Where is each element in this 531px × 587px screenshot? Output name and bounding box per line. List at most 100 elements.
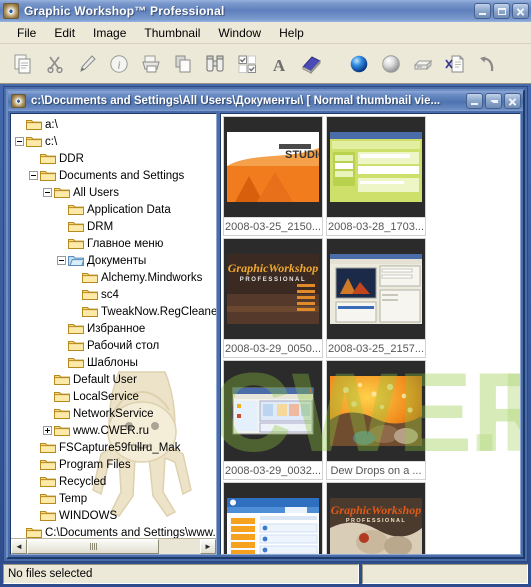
collapse-icon[interactable] [57,256,66,265]
thumbnail-image-editor-screenshot[interactable] [327,239,425,339]
tree-item[interactable]: DRM [11,218,216,235]
menu-thumbnail[interactable]: Thumbnail [135,24,209,42]
tree-item[interactable]: Рабочий стол [11,337,216,354]
menu-image[interactable]: Image [84,24,135,42]
eye-icon [11,94,26,108]
info-icon[interactable]: i [104,48,134,80]
tree-item[interactable]: Temp [11,490,216,507]
collapse-icon[interactable] [15,137,24,146]
thumbnail-item[interactable]: GraphicWorkshopPROFESSIONAL2008-03-29_00… [326,482,426,554]
tree-item-label: LocalService [73,390,139,403]
tree-item[interactable]: NetworkService [11,405,216,422]
tree-item[interactable]: WINDOWS [11,507,216,524]
convert-file-icon[interactable] [440,48,470,80]
thumbnail-item[interactable]: 2008-03-28_1703... [326,116,426,236]
brush-icon[interactable] [72,48,102,80]
tree-item[interactable]: www.CWER.ru [11,422,216,439]
window-controls [474,3,529,19]
blue-sphere-icon[interactable] [344,48,374,80]
thumbnail-image-green-dialog[interactable] [327,117,425,217]
thumbnail-item[interactable]: 2008-03-29_0032... [223,360,323,480]
folder-icon [82,288,98,301]
tree-item[interactable]: DDR [11,150,216,167]
application-window: Graphic Workshop™ Professional File Edit… [0,0,531,587]
expand-icon[interactable] [43,426,52,435]
mdi-close-button[interactable] [504,93,521,109]
duplicate-icon[interactable] [168,48,198,80]
collapse-icon[interactable] [29,171,38,180]
tree-item-label: C:\Documents and Settings\www. [45,526,216,539]
copy-icon[interactable] [8,48,38,80]
scroll-thumb[interactable] [27,539,159,554]
tree-item[interactable]: Документы [11,252,216,269]
thumbnail-image-gw-splash-light[interactable]: GraphicWorkshop PROFESSIONAL [327,483,425,554]
print-icon[interactable] [136,48,166,80]
menu-help[interactable]: Help [270,24,313,42]
thumbnail-image-regcleaner-window[interactable] [224,361,322,461]
thumbnail-item[interactable]: GraphicWorkshopPROFESSIONAL2008-03-29_00… [223,238,323,358]
tree-item[interactable]: sc4 [11,286,216,303]
tree-item[interactable]: Шаблоны [11,354,216,371]
tree-item[interactable]: TweakNow.RegCleaner [11,303,216,320]
undo-icon[interactable] [472,48,502,80]
mdi-minimize-button[interactable] [466,93,483,109]
tree-item[interactable]: Program Files [11,456,216,473]
tree-item[interactable]: FSCapture59fullru_Mak [11,439,216,456]
tree-item[interactable]: c:\ [11,133,216,150]
titlebar: Graphic Workshop™ Professional [0,0,531,22]
thumbnail-image-glary-utilities[interactable] [224,483,322,554]
tree-item-label: Главное меню [87,237,164,250]
cut-scissors-icon[interactable] [40,48,70,80]
folder-icon [40,458,56,471]
tree-horizontal-scrollbar[interactable]: ◄ ► [11,538,216,554]
eye-icon [3,3,19,19]
collapse-icon[interactable] [43,188,52,197]
tree-item-label: FSCapture59fullru_Mak [59,441,181,454]
thumbnail-item[interactable]: 2008-03-27_1955... [223,482,323,554]
folder-icon [40,492,56,505]
close-button[interactable] [512,3,529,19]
scroll-left-button[interactable]: ◄ [11,539,27,554]
thumbnail-item[interactable]: 2008-03-25_2157... [326,238,426,358]
tree-item[interactable]: Documents and Settings [11,167,216,184]
svg-text:GraphicWorkshop: GraphicWorkshop [228,261,318,275]
folder-icon [40,475,56,488]
tree-item[interactable]: Recycled [11,473,216,490]
folder-icon [40,441,56,454]
menu-window[interactable]: Window [209,24,270,42]
binoculars-icon[interactable] [200,48,230,80]
thumbnail-caption: 2008-03-25_2150... [224,217,322,235]
folder-tree[interactable]: a:\ c:\ DDR Documents and Settings All Users… [11,114,216,538]
scroll-track[interactable] [27,539,200,554]
tree-item[interactable]: Default User [11,371,216,388]
scroll-right-button[interactable]: ► [200,539,216,554]
tree-item[interactable]: LocalService [11,388,216,405]
mdi-client-area: c:\Documents and Settings\All Users\Доку… [3,86,528,562]
tree-item[interactable]: Избранное [11,320,216,337]
tree-item[interactable]: Application Data [11,201,216,218]
tree-item-label: Recycled [59,475,107,488]
select-all-icon[interactable] [232,48,262,80]
menu-edit[interactable]: Edit [45,24,84,42]
thumbnail-image-dew-drops-photo[interactable] [327,361,425,461]
mdi-restore-button[interactable] [485,93,502,109]
tree-item[interactable]: All Users [11,184,216,201]
thumbnail-item[interactable]: STUDIO 2008-03-25_2150... [223,116,323,236]
status-message: No files selected [3,564,359,584]
thumbnail-image-studio-splash[interactable]: STUDIO [224,117,322,217]
tree-item[interactable]: C:\Documents and Settings\www. [11,524,216,538]
maximize-button[interactable] [493,3,510,19]
tree-item[interactable]: Alchemy.Mindworks [11,269,216,286]
thumbnail-item[interactable]: Dew Drops on a ... [326,360,426,480]
minimize-button[interactable] [474,3,491,19]
menu-file[interactable]: File [8,24,45,42]
tree-item[interactable]: Главное меню [11,235,216,252]
thumbnail-pane[interactable]: STUDIO 2008-03-25_2150... 2008-03-28_1703.… [220,113,521,555]
thumbnail-image-gw-splash-dark[interactable]: GraphicWorkshop PROFESSIONAL [224,239,322,339]
floppy-drive-icon[interactable] [408,48,438,80]
folder-icon [68,237,84,250]
text-a-icon[interactable]: A [264,48,294,80]
tree-item[interactable]: a:\ [11,116,216,133]
gray-sphere-icon[interactable] [376,48,406,80]
scanner-icon[interactable] [296,48,326,80]
